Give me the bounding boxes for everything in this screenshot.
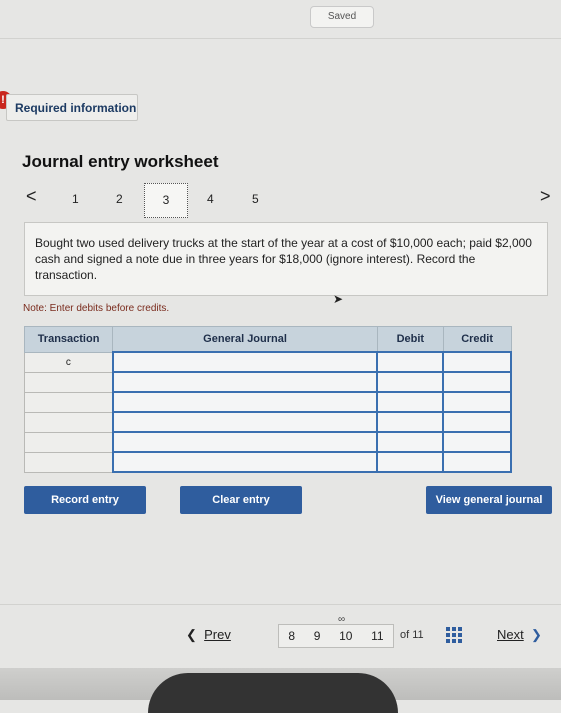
divider	[0, 604, 561, 605]
journal-account-input[interactable]	[111, 391, 379, 413]
saved-status: Saved	[310, 6, 374, 28]
debit-input[interactable]	[376, 371, 445, 393]
journal-account-input[interactable]	[111, 411, 379, 433]
credit-input[interactable]	[442, 411, 512, 433]
table-row	[23, 451, 512, 473]
transaction-cell	[23, 431, 114, 453]
table-row	[23, 391, 512, 413]
page-count: of 11	[400, 629, 424, 641]
grid-view-icon[interactable]	[446, 627, 462, 643]
table-row	[23, 371, 512, 393]
next-page-arrow-icon[interactable]: >	[540, 186, 551, 207]
page-tab-4[interactable]: 4	[207, 192, 214, 206]
journal-account-input[interactable]	[111, 451, 379, 473]
next-button[interactable]: Next ❯	[497, 627, 542, 643]
prev-button[interactable]: ❮ Prev	[186, 627, 231, 643]
page-link-10[interactable]: 10	[339, 629, 352, 643]
credit-input[interactable]	[442, 351, 512, 373]
journal-table: Transaction General Journal Debit Credit…	[23, 326, 512, 473]
note-text: Note: Enter debits before credits.	[23, 303, 170, 314]
page-tab-5[interactable]: 5	[252, 192, 259, 206]
credit-input[interactable]	[442, 451, 512, 473]
next-label: Next	[497, 627, 524, 642]
debit-input[interactable]	[376, 411, 445, 433]
view-general-journal-button[interactable]: View general journal	[426, 486, 552, 514]
page-link-8[interactable]: 8	[288, 629, 295, 643]
chevron-right-icon: ❯	[530, 627, 542, 642]
required-information-tab[interactable]: ! Required information	[0, 84, 144, 122]
prev-label: Prev	[204, 627, 231, 642]
credit-input[interactable]	[442, 391, 512, 413]
transaction-cell	[23, 371, 114, 393]
credit-header: Credit	[442, 326, 512, 353]
table-row	[23, 431, 512, 453]
transaction-cell	[23, 411, 114, 433]
transaction-header: Transaction	[23, 326, 114, 353]
divider	[0, 38, 561, 39]
debit-input[interactable]	[376, 391, 445, 413]
journal-account-input[interactable]	[111, 431, 379, 453]
journal-account-input[interactable]	[111, 371, 379, 393]
table-row: c	[23, 351, 512, 373]
page-selector: 8 9 10 11	[278, 624, 394, 648]
page-tab-1[interactable]: 1	[72, 192, 79, 206]
worksheet-title: Journal entry worksheet	[22, 152, 219, 171]
journal-account-input[interactable]	[111, 351, 379, 373]
debit-header: Debit	[376, 326, 444, 353]
debit-input[interactable]	[376, 351, 445, 373]
required-information-label[interactable]: Required information	[6, 94, 138, 121]
chevron-left-icon: ❮	[186, 627, 197, 642]
record-entry-button[interactable]: Record entry	[24, 486, 146, 514]
page-link-11[interactable]: 11	[371, 629, 383, 643]
debit-input[interactable]	[376, 431, 445, 453]
credit-input[interactable]	[442, 371, 512, 393]
transaction-prompt: Bought two used delivery trucks at the s…	[24, 222, 548, 296]
mouse-cursor-icon: ➤	[333, 292, 344, 306]
page-tab-3-active[interactable]: 3	[144, 183, 188, 218]
screen-bezel	[148, 673, 398, 713]
transaction-cell	[23, 451, 114, 473]
clear-entry-button[interactable]: Clear entry	[180, 486, 302, 514]
table-row	[23, 411, 512, 433]
page-tab-2[interactable]: 2	[116, 192, 123, 206]
page-link-9[interactable]: 9	[314, 629, 321, 643]
transaction-cell: c	[23, 351, 114, 373]
credit-input[interactable]	[442, 431, 512, 453]
transaction-cell	[23, 391, 114, 413]
prev-page-arrow-icon[interactable]: <	[26, 186, 37, 207]
general-journal-header: General Journal	[112, 326, 378, 353]
debit-input[interactable]	[376, 451, 445, 473]
